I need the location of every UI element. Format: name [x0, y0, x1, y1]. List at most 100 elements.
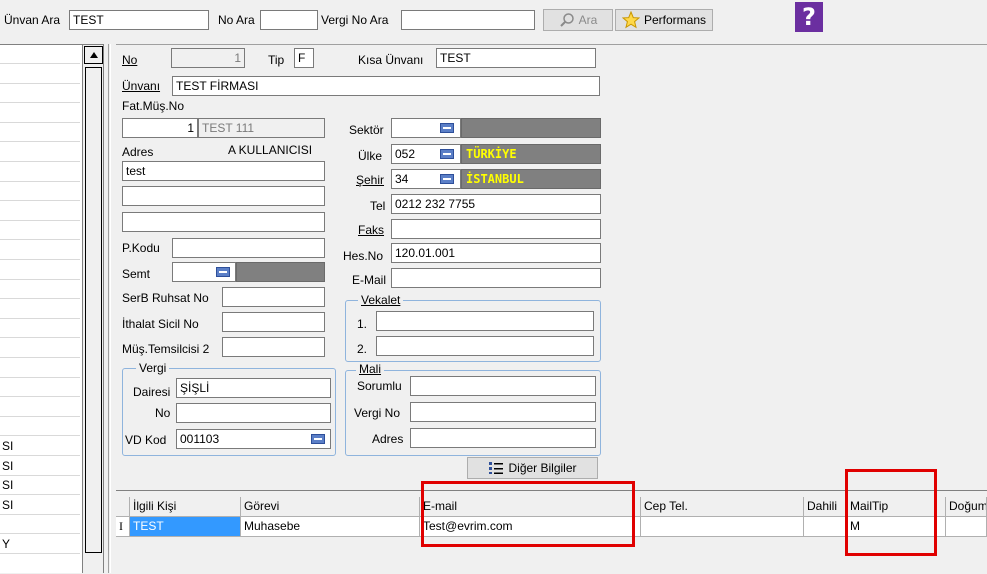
left-list-item[interactable]: SI	[0, 437, 80, 456]
search-icon	[559, 13, 574, 27]
help-icon[interactable]: ?	[795, 2, 823, 32]
semt-name-box	[236, 262, 325, 282]
row-indicator: I	[116, 517, 130, 537]
left-list-item[interactable]	[0, 201, 80, 221]
sektor-lookup-icon[interactable]	[438, 119, 456, 137]
header-dogum[interactable]: Doğum	[946, 497, 987, 517]
mali-sorumlu-field[interactable]	[410, 376, 596, 396]
ulke-lookup-icon[interactable]	[438, 145, 456, 163]
left-list-item[interactable]	[0, 84, 80, 104]
left-list-item[interactable]	[0, 280, 80, 300]
email-field[interactable]	[391, 268, 601, 288]
list-icon	[489, 462, 504, 474]
header-ilgili-kisi[interactable]: İlgili Kişi	[130, 497, 241, 517]
left-list-item[interactable]	[0, 397, 80, 417]
left-list-item[interactable]	[0, 123, 80, 143]
ulke-label: Ülke	[358, 149, 383, 163]
left-list-item[interactable]: Y	[0, 535, 80, 554]
left-list-item[interactable]	[0, 103, 80, 123]
tel-field[interactable]: 0212 232 7755	[391, 194, 601, 214]
cell-ilgili-kisi[interactable]: TEST	[130, 517, 241, 537]
left-list-item[interactable]	[0, 378, 80, 398]
left-list-item[interactable]	[0, 515, 80, 535]
hes-no-label: Hes.No	[343, 249, 384, 263]
mali-vergi-no-field[interactable]	[410, 402, 596, 422]
header-gorevi[interactable]: Görevi	[241, 497, 420, 517]
vergi-no-ara-input[interactable]	[401, 10, 535, 30]
grid-indicator-header	[116, 497, 130, 517]
mailtip-column-highlight	[845, 469, 937, 556]
no-label: No	[122, 53, 138, 67]
header-dahili[interactable]: Dahili	[804, 497, 847, 517]
vergi-no-field[interactable]	[176, 403, 331, 423]
vekalet-2-field[interactable]	[376, 336, 594, 356]
vd-kod-lookup-icon[interactable]	[309, 430, 327, 448]
tip-field[interactable]: F	[294, 48, 314, 68]
mali-adres-field[interactable]	[410, 428, 596, 448]
left-list-item[interactable]	[0, 319, 80, 339]
mali-adres-label: Adres	[372, 432, 404, 446]
header-cep-tel[interactable]: Cep Tel.	[641, 497, 804, 517]
faks-field[interactable]	[391, 219, 601, 239]
adres-line2-field[interactable]	[122, 186, 325, 206]
cell-dogum[interactable]	[946, 517, 987, 537]
diger-bilgiler-label: Diğer Bilgiler	[508, 461, 577, 475]
ithalat-sicil-label: İthalat Sicil No	[122, 317, 199, 331]
left-list-item[interactable]	[0, 162, 80, 182]
performans-button[interactable]: Performans	[615, 9, 713, 31]
left-list-item[interactable]: SI	[0, 476, 80, 496]
pkodu-field[interactable]	[172, 238, 325, 258]
no-ara-label: No Ara	[218, 13, 255, 27]
no-ara-input[interactable]	[260, 10, 318, 30]
vekalet-1-field[interactable]	[376, 311, 594, 331]
left-list-item[interactable]: SI	[0, 456, 80, 476]
left-list-item[interactable]	[0, 260, 80, 280]
vergi-dairesi-field[interactable]: ŞİŞLİ	[176, 378, 331, 398]
cell-dahili[interactable]	[804, 517, 847, 537]
left-list-item[interactable]	[0, 417, 80, 437]
kisa-unvan-field[interactable]: TEST	[436, 48, 596, 68]
left-list-item[interactable]	[0, 45, 80, 64]
faks-label: Faks	[358, 223, 385, 237]
cell-cep-tel[interactable]	[641, 517, 804, 537]
email-label: E-Mail	[352, 273, 387, 287]
vergi-no-ara-label: Vergi No Ara	[321, 13, 389, 27]
left-list-item[interactable]	[0, 64, 80, 84]
left-list-item[interactable]	[0, 339, 80, 358]
vd-kod-field[interactable]: 001103	[176, 429, 331, 449]
fat-mus-no-field[interactable]: 1	[122, 118, 198, 138]
hes-no-field[interactable]: 120.01.001	[391, 243, 601, 263]
left-list-item[interactable]	[0, 241, 80, 260]
scroll-thumb[interactable]	[85, 67, 102, 553]
left-list-item[interactable]: SI	[0, 495, 80, 515]
vergi-no-label: No	[155, 406, 171, 420]
unvan-ara-input[interactable]: TEST	[69, 10, 209, 30]
left-list-item[interactable]	[0, 554, 80, 573]
mali-sorumlu-label: Sorumlu	[357, 379, 402, 393]
mus-temsilcisi-field[interactable]	[222, 337, 325, 357]
serb-ruhsat-field[interactable]	[222, 287, 325, 307]
ithalat-sicil-field[interactable]	[222, 312, 325, 332]
ara-button[interactable]: Ara	[543, 9, 613, 31]
left-list-item[interactable]	[0, 143, 80, 162]
unvan-field[interactable]: TEST FİRMASI	[172, 76, 600, 96]
left-list-item[interactable]	[0, 358, 80, 378]
scroll-up-arrow-icon[interactable]	[84, 46, 103, 64]
left-record-list[interactable]: SI SI SI SI Y	[0, 44, 104, 573]
vd-kod-label: VD Kod	[125, 433, 167, 447]
sehir-lookup-icon[interactable]	[438, 170, 456, 188]
cell-gorevi[interactable]: Muhasebe	[241, 517, 420, 537]
unvan-label: Ünvanı	[122, 79, 161, 93]
left-list-item[interactable]	[0, 182, 80, 202]
pkodu-label: P.Kodu	[122, 241, 160, 255]
diger-bilgiler-button[interactable]: Diğer Bilgiler	[467, 457, 598, 479]
left-list-scrollbar[interactable]	[82, 45, 103, 573]
sehir-label: Şehir	[356, 173, 385, 187]
adres-line1-field[interactable]: test	[122, 161, 325, 181]
left-list-item[interactable]	[0, 299, 80, 319]
adres-line3-field[interactable]	[122, 212, 325, 232]
splitter[interactable]	[108, 44, 111, 573]
ara-button-label: Ara	[578, 13, 598, 27]
left-list-item[interactable]	[0, 221, 80, 241]
semt-lookup-icon[interactable]	[214, 263, 232, 281]
